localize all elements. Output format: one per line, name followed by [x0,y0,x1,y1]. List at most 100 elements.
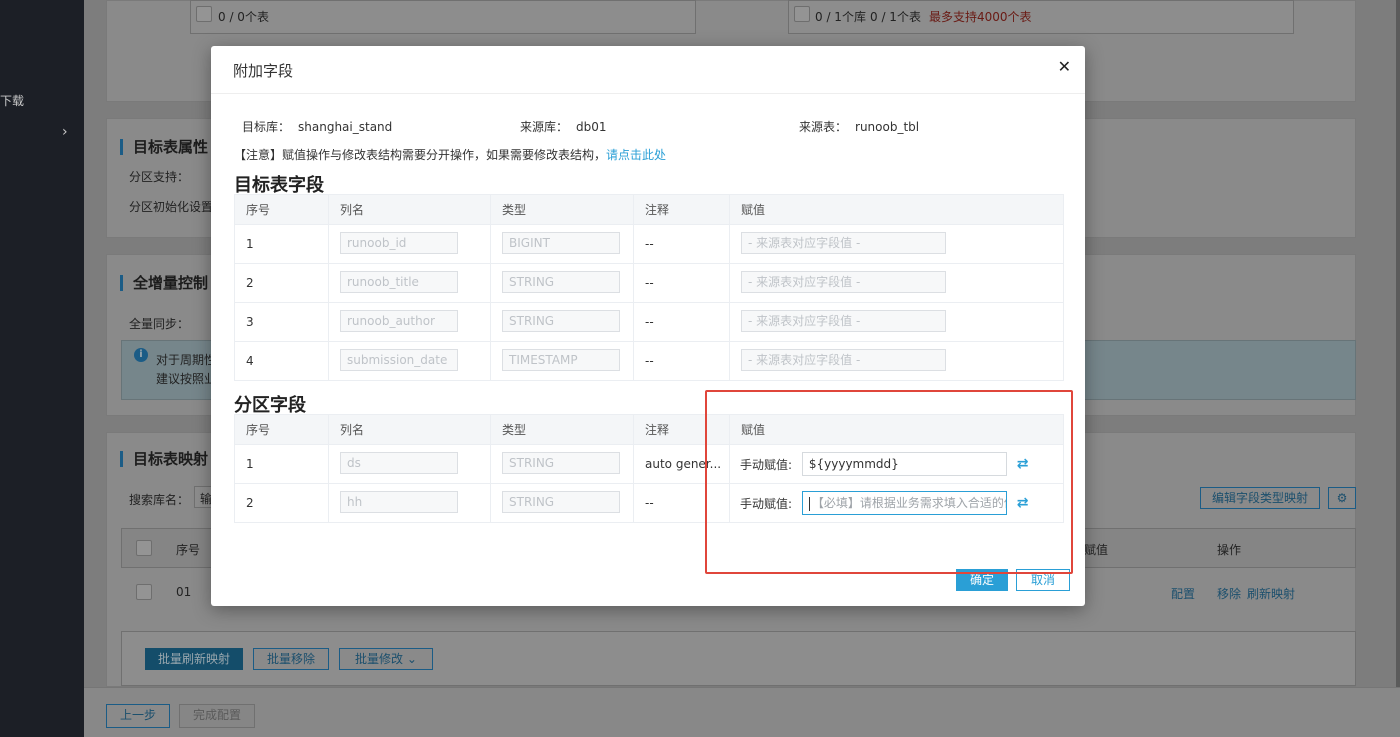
modal-title: 附加字段 [233,62,294,80]
sidebar: 下载 › [0,0,84,737]
col-header-assign: 赋值 [729,414,1064,445]
table-row: 1 ds STRING auto gener... 手动赋值: ${yyyymm… [234,444,1064,484]
confirm-button[interactable]: 确定 [956,569,1008,591]
settings-gear-icon[interactable]: ⚙ [1328,487,1356,509]
row-checkbox[interactable] [136,584,152,600]
info-line-2: 建议按照业 [156,372,217,386]
row-comment: -- [633,302,730,342]
source-value-select: - 来源表对应字段值 - [741,309,946,332]
row-seq: 3 [234,302,329,342]
info-line-1: 对于周期性 [156,353,217,367]
row-comment: auto gener... [645,457,722,472]
row-seq: 2 [234,483,329,523]
edit-type-mapping-button[interactable]: 编辑字段类型映射 [1200,487,1320,509]
batch-modify-label: 批量修改 [355,652,404,666]
partition-fields-table: 序号 列名 类型 注释 赋值 1 ds STRING auto gener...… [234,414,1064,523]
batch-remove-button[interactable]: 批量移除 [253,648,329,670]
select-all-checkbox[interactable] [196,6,212,22]
sidebar-download-label[interactable]: 下载 [0,92,24,109]
col-seq: 序号 [176,543,201,557]
column-name-input: runoob_title [340,270,458,293]
prev-step-button[interactable]: 上一步 [106,704,170,728]
right-table-count: 0 / 1个表 [870,10,921,24]
source-db-value: db01 [576,120,607,134]
col-header-name: 列名 [328,414,491,445]
full-sync-label: 全量同步： [129,317,190,331]
partition-value-placeholder: 【必填】请根据业务需求填入合适的值 [811,496,1007,510]
column-type-input: STRING [502,451,620,474]
row-remove-link[interactable]: 移除 [1217,585,1241,602]
swap-icon[interactable]: ⇄ [1017,456,1029,472]
row-config-link[interactable]: 配置 [1171,585,1195,602]
left-count: 0 / 0个表 [218,10,269,24]
table-header-row: 序号 列名 类型 注释 赋值 [234,194,1064,225]
row-comment: -- [633,224,730,264]
column-name-input: runoob_author [340,309,458,332]
close-icon[interactable]: ✕ [1058,57,1071,76]
row-refresh-link[interactable]: 刷新映射 [1247,585,1295,602]
source-table-value: runoob_tbl [855,120,920,134]
footer-bar: 上一步 完成配置 [84,687,1400,737]
partition-init-label: 分区初始化设置 [129,200,214,214]
source-db-meta: 来源库： db01 [520,118,607,135]
col-op: 操作 [1217,543,1242,557]
finish-config-button[interactable]: 完成配置 [179,704,255,728]
row-seq: 2 [234,263,329,303]
table-row: 3 runoob_author STRING -- - 来源表对应字段值 - [234,302,1064,342]
table-row: 2 runoob_title STRING -- - 来源表对应字段值 - [234,263,1064,303]
source-db-label: 来源库： [520,120,569,134]
column-name-input: ds [340,451,458,474]
col-header-type: 类型 [490,414,634,445]
manual-assign-label: 手动赋值: [740,457,793,472]
partition-support-label: 分区支持： [129,170,190,184]
text-caret [808,496,810,511]
target-select-all-checkbox[interactable] [794,6,810,22]
column-type-input: STRING [502,490,620,513]
column-type-input: TIMESTAMP [502,348,620,371]
additional-fields-modal: 附加字段 ✕ 目标库： shanghai_stand 来源库： db01 来源表： r… [211,46,1085,606]
edit-schema-link[interactable]: 请点击此处 [606,148,666,162]
batch-modify-button[interactable]: 批量修改 ⌄ [339,648,433,670]
column-name-input: runoob_id [340,231,458,254]
mapping-select-all-checkbox[interactable] [136,540,152,556]
col-header-name: 列名 [328,194,491,225]
row-seq: 4 [234,341,329,381]
cancel-button[interactable]: 取消 [1016,569,1070,591]
column-type-input: STRING [502,309,620,332]
scrollbar[interactable] [1396,0,1400,737]
target-db-meta: 目标库： shanghai_stand [242,118,392,135]
row-seq: 1 [234,224,329,264]
col-header-comment: 注释 [633,414,730,445]
chevron-right-icon[interactable]: › [62,124,68,140]
col-header-seq: 序号 [234,414,329,445]
table-row: 2 hh STRING -- 手动赋值: 【必填】请根据业务需求填入合适的值 ⇄ [234,483,1064,523]
chevron-down-icon: ⌄ [406,652,417,666]
search-db-label: 搜索库名： [129,493,190,507]
table-limit-note: 最多支持4000个表 [929,10,1032,24]
col-header-seq: 序号 [234,194,329,225]
col-header-comment: 注释 [633,194,730,225]
notice-message: 【注意】赋值操作与修改表结构需要分开操作，如果需要修改表结构， [234,148,607,162]
row-comment: -- [633,263,730,303]
partition-value-input[interactable]: 【必填】请根据业务需求填入合适的值 [801,491,1007,515]
column-type-input: BIGINT [502,231,620,254]
source-table-label: 来源表： [799,120,848,134]
column-type-input: STRING [502,270,620,293]
partition-value-input[interactable]: ${yyyymmdd} [801,452,1007,476]
target-db-value: shanghai_stand [298,120,393,134]
source-value-select: - 来源表对应字段值 - [741,348,946,371]
section-title-increment: 全增量控制 [120,275,208,291]
batch-refresh-button[interactable]: 批量刷新映射 [145,648,243,670]
col-header-type: 类型 [490,194,634,225]
right-db-count: 0 / 1个库 [815,10,866,24]
row-seq: 1 [234,444,329,484]
section-title-table-props: 目标表属性 [120,139,208,155]
table-row: 4 submission_date TIMESTAMP -- - 来源表对应字段… [234,341,1064,381]
swap-icon[interactable]: ⇄ [1017,495,1029,511]
column-name-input: hh [340,490,458,513]
row-comment: -- [633,341,730,381]
source-value-select: - 来源表对应字段值 - [741,231,946,254]
col-assign: 赋值 [1084,543,1109,557]
section-title-mapping: 目标表映射 [120,451,208,467]
modal-divider [211,93,1085,94]
